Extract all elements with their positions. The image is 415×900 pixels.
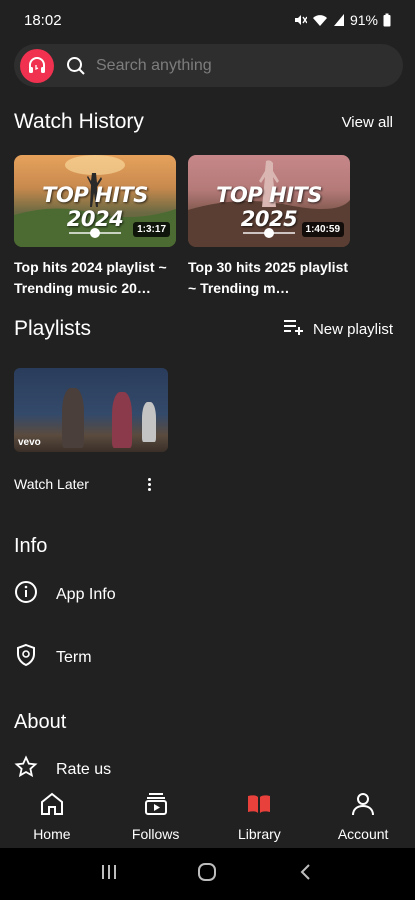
follows-icon <box>143 791 169 820</box>
video-title[interactable]: Top hits 2024 playlist ~ Trending music … <box>14 257 176 299</box>
watch-history-title: Watch History <box>14 110 144 133</box>
nav-library-label: Library <box>237 825 281 842</box>
rate-us-item[interactable]: Rate us <box>14 755 111 784</box>
home-button-icon[interactable] <box>197 862 217 887</box>
thumbnail-figure <box>62 388 84 448</box>
nav-follows[interactable]: Follows <box>111 791 201 842</box>
bottom-navigation: Home Follows Library Account <box>0 784 415 848</box>
player-knob <box>90 228 100 238</box>
status-icons: 91% <box>293 12 391 28</box>
more-options-icon[interactable] <box>145 477 154 491</box>
nav-home-label: Home <box>33 825 71 842</box>
headphones-icon <box>29 56 45 73</box>
app-logo[interactable] <box>20 48 54 83</box>
app-info-item[interactable]: App Info <box>14 580 116 609</box>
shield-icon <box>14 643 38 672</box>
playlist-thumbnail[interactable]: vevo <box>14 368 168 452</box>
battery-icon <box>383 13 391 27</box>
thumbnail-figure <box>142 402 156 442</box>
search-bar[interactable] <box>14 44 403 87</box>
new-playlist-button[interactable]: New playlist <box>283 318 393 340</box>
status-time: 18:02 <box>24 11 62 29</box>
video-title[interactable]: Top 30 hits 2025 playlist ~ Trending m… <box>188 257 350 299</box>
about-title: About <box>14 711 67 733</box>
app-info-label: App Info <box>56 585 116 603</box>
playlist-card[interactable]: vevo <box>14 368 168 452</box>
duration-badge: 1:40:59 <box>301 222 344 237</box>
signal-icon <box>333 13 345 27</box>
video-thumbnail[interactable]: TOP HITS 2024 1:3:17 <box>14 155 176 247</box>
wifi-icon <box>312 13 328 27</box>
back-icon[interactable] <box>296 862 316 887</box>
thumbnail-figure <box>112 392 132 448</box>
playlist-row[interactable]: Watch Later <box>14 476 154 492</box>
mute-icon <box>293 13 307 27</box>
nav-home[interactable]: Home <box>7 791 97 842</box>
info-icon <box>14 580 38 609</box>
view-all-link[interactable]: View all <box>342 114 393 131</box>
info-title: Info <box>14 535 48 557</box>
nav-follows-label: Follows <box>131 825 180 842</box>
system-navigation-bar <box>0 848 415 900</box>
star-icon <box>14 755 38 784</box>
new-playlist-label: New playlist <box>312 320 393 338</box>
search-icon <box>66 56 86 76</box>
library-icon <box>246 791 272 820</box>
search-input[interactable] <box>96 56 356 75</box>
term-label: Term <box>56 648 92 666</box>
battery-level: 91% <box>349 12 378 28</box>
home-icon <box>39 791 65 820</box>
nav-account[interactable]: Account <box>318 791 408 842</box>
rate-us-label: Rate us <box>56 760 112 778</box>
nav-account-label: Account <box>337 825 389 842</box>
playlists-title: Playlists <box>14 317 92 340</box>
history-card[interactable]: TOP HITS 2025 1:40:59 Top 30 hits 2025 p… <box>188 155 350 299</box>
term-item[interactable]: Term <box>14 643 92 672</box>
video-thumbnail[interactable]: TOP HITS 2025 1:40:59 <box>188 155 350 247</box>
recent-apps-icon[interactable] <box>99 862 119 887</box>
player-knob <box>264 228 274 238</box>
account-icon <box>350 791 376 820</box>
playlist-name[interactable]: Watch Later <box>14 476 89 492</box>
nav-library[interactable]: Library <box>214 791 304 842</box>
playlist-add-icon <box>283 318 305 340</box>
duration-badge: 1:3:17 <box>133 222 170 237</box>
vevo-badge: vevo <box>18 437 41 448</box>
history-card[interactable]: TOP HITS 2024 1:3:17 Top hits 2024 playl… <box>14 155 176 299</box>
status-bar: 18:02 91% <box>0 0 415 40</box>
